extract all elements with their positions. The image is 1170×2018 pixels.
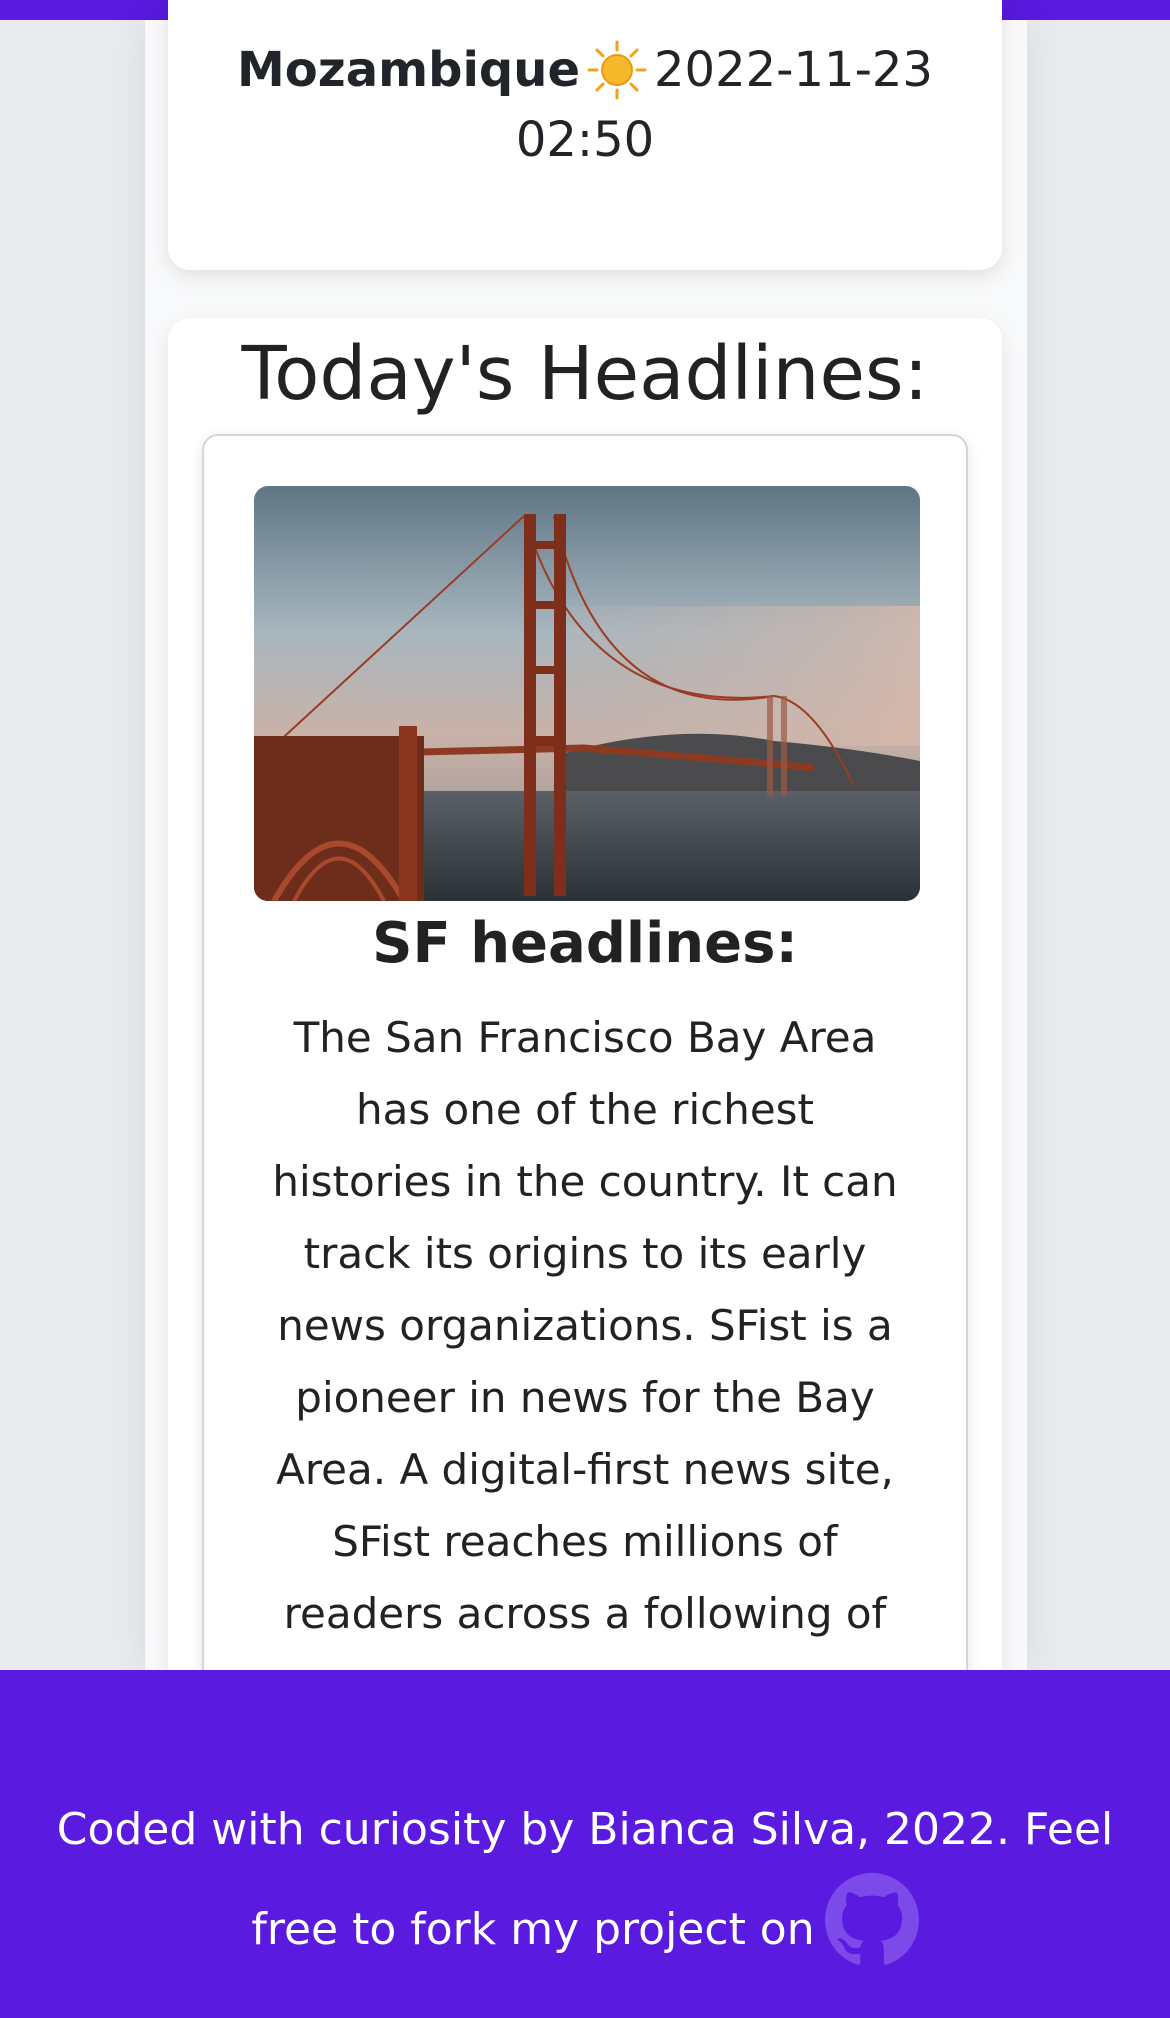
article-heading: SF headlines: xyxy=(372,911,798,976)
footer-fork-line: free to fork my project on xyxy=(0,1873,1170,1980)
location-card: Mozambique 2022-11-23 02:50 xyxy=(168,0,1002,270)
location-line: Mozambique 2022-11-23 xyxy=(168,38,1002,102)
footer-credit-line: Coded with curiosity by Bianca Silva, 20… xyxy=(56,1804,1114,1855)
github-icon[interactable] xyxy=(824,1873,919,1967)
time-text: 02:50 xyxy=(515,112,655,168)
footer: Coded with curiosity by Bianca Silva, 20… xyxy=(0,1670,1170,2018)
sun-icon xyxy=(586,39,648,101)
golden-gate-bridge-image xyxy=(254,486,920,901)
country-name: Mozambique xyxy=(237,42,581,98)
headlines-title: Today's Headlines: xyxy=(241,331,929,417)
footer-fork-text: free to fork my project on xyxy=(251,1904,815,1955)
article-body: The San Francisco Bay Area has one of th… xyxy=(272,1013,898,1638)
news-card: SF headlines: The San Francisco Bay Area… xyxy=(202,434,968,1734)
date-text: 2022-11-23 xyxy=(654,42,933,98)
